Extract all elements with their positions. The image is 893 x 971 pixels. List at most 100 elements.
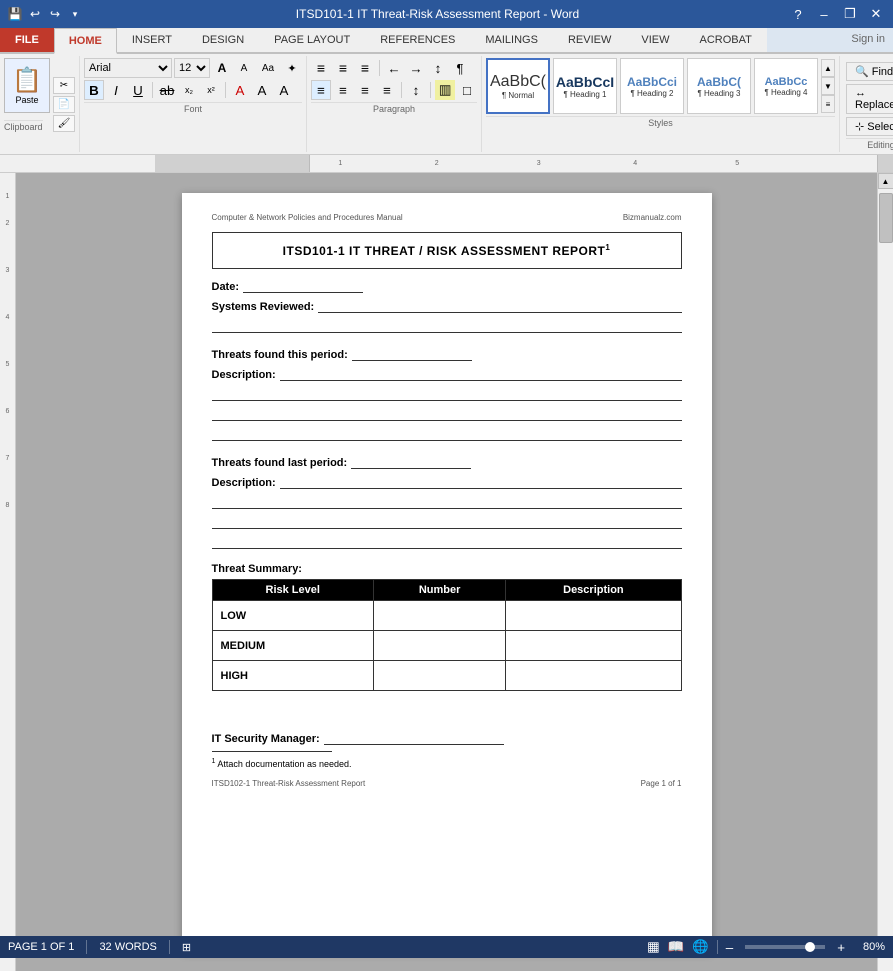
page-layout-tab[interactable]: PAGE LAYOUT: [259, 28, 365, 52]
desc-medium[interactable]: [506, 631, 681, 661]
references-tab[interactable]: REFERENCES: [365, 28, 470, 52]
cut-button[interactable]: ✂: [53, 77, 75, 94]
align-center-button[interactable]: ≡: [333, 80, 353, 100]
styles-more[interactable]: ≡: [821, 95, 835, 113]
design-tab[interactable]: DESIGN: [187, 28, 259, 52]
undo-button[interactable]: ↩: [26, 6, 44, 22]
description-field-2: Description:: [212, 475, 682, 489]
file-tab[interactable]: FILE: [0, 28, 54, 52]
bold-button[interactable]: B: [84, 80, 104, 100]
shading-button[interactable]: ▥: [435, 80, 455, 100]
line-spacing-button[interactable]: ↕: [406, 80, 426, 100]
font-group-label: Font: [84, 102, 302, 114]
shrink-font-button[interactable]: A: [234, 58, 254, 78]
text-effects-button[interactable]: A: [230, 80, 250, 100]
view-web-button[interactable]: 🌐: [692, 939, 709, 955]
date-value[interactable]: [243, 279, 363, 293]
threats-period-value[interactable]: [352, 347, 472, 361]
description-value-2[interactable]: [280, 475, 682, 489]
description-value-1[interactable]: [280, 367, 682, 381]
table-row[interactable]: HIGH: [212, 661, 681, 691]
number-medium[interactable]: [373, 631, 505, 661]
show-hide-button[interactable]: ¶: [450, 58, 470, 78]
grow-font-button[interactable]: A: [212, 58, 232, 78]
risk-medium: MEDIUM: [212, 631, 373, 661]
clipboard-group: 📋 Paste ✂ 📄 🖌 Clipboard: [0, 56, 80, 152]
document-container[interactable]: Computer & Network Policies and Procedur…: [16, 173, 877, 971]
font-family-select[interactable]: Arial: [84, 58, 172, 78]
find-button[interactable]: 🔍 Find ▾: [846, 62, 893, 81]
sign-in-link[interactable]: Sign in: [843, 28, 893, 52]
redo-button[interactable]: ↪: [46, 6, 64, 22]
paste-button[interactable]: 📋 Paste: [4, 58, 50, 113]
desc-high[interactable]: [506, 661, 681, 691]
decrease-indent-button[interactable]: ←: [384, 58, 404, 78]
minimize-button[interactable]: –: [811, 1, 837, 27]
zoom-slider[interactable]: [745, 945, 825, 949]
threats-last-period-value[interactable]: [351, 455, 471, 469]
styles-scroll-up[interactable]: ▲: [821, 59, 835, 77]
systems-reviewed-value[interactable]: [318, 299, 681, 313]
styles-scroll-down[interactable]: ▼: [821, 77, 835, 95]
view-layout-button[interactable]: ▦: [647, 939, 660, 955]
restore-button[interactable]: ❐: [837, 1, 863, 27]
style-heading2[interactable]: AaBbCci ¶ Heading 2: [620, 58, 684, 114]
style-heading3[interactable]: AaBbC( ¶ Heading 3: [687, 58, 751, 114]
numbering-button[interactable]: ≡: [333, 58, 353, 78]
scroll-thumb[interactable]: [879, 193, 893, 243]
justify-button[interactable]: ≡: [377, 80, 397, 100]
editing-group: 🔍 Find ▾ ↔ Replace ⊹ Select ▾ Editing: [840, 56, 893, 152]
replace-button[interactable]: ↔ Replace: [846, 84, 893, 114]
save-button[interactable]: 💾: [6, 6, 24, 22]
qa-dropdown-button[interactable]: ▾: [66, 6, 84, 22]
style-heading1[interactable]: AaBbCcI ¶ Heading 1: [553, 58, 617, 114]
bullets-button[interactable]: ≡: [311, 58, 331, 78]
number-high[interactable]: [373, 661, 505, 691]
zoom-in-button[interactable]: +: [837, 940, 845, 955]
align-right-button[interactable]: ≡: [355, 80, 375, 100]
subscript-button[interactable]: x₂: [179, 80, 199, 100]
format-painter-button[interactable]: 🖌: [53, 115, 75, 132]
document-page[interactable]: Computer & Network Policies and Procedur…: [182, 193, 712, 951]
copy-button[interactable]: 📄: [53, 96, 75, 113]
number-low[interactable]: [373, 601, 505, 631]
acrobat-tab[interactable]: ACROBAT: [684, 28, 766, 52]
increase-indent-button[interactable]: →: [406, 58, 426, 78]
view-tab[interactable]: VIEW: [626, 28, 684, 52]
close-button[interactable]: ✕: [863, 1, 889, 27]
table-row[interactable]: MEDIUM: [212, 631, 681, 661]
sort-button[interactable]: ↕: [428, 58, 448, 78]
superscript-button[interactable]: x²: [201, 80, 221, 100]
align-left-button[interactable]: ≡: [311, 80, 331, 100]
select-button[interactable]: ⊹ Select ▾: [846, 117, 893, 136]
font-size-select[interactable]: 12: [174, 58, 210, 78]
scroll-up-button[interactable]: ▲: [878, 173, 893, 189]
help-button[interactable]: ?: [785, 1, 811, 27]
review-tab[interactable]: REVIEW: [553, 28, 626, 52]
mailings-tab[interactable]: MAILINGS: [470, 28, 553, 52]
style-heading4[interactable]: AaBbCc ¶ Heading 4: [754, 58, 818, 114]
zoom-out-button[interactable]: –: [726, 940, 733, 955]
style-normal[interactable]: AaBbC( ¶ Normal: [486, 58, 550, 114]
vertical-scrollbar[interactable]: ▲: [877, 173, 893, 971]
multilevel-button[interactable]: ≡: [355, 58, 375, 78]
view-icon[interactable]: ⊞: [182, 941, 191, 954]
underline-button[interactable]: U: [128, 80, 148, 100]
borders-button[interactable]: □: [457, 80, 477, 100]
text-highlight-button[interactable]: A: [252, 80, 272, 100]
clear-format-button[interactable]: ✦: [282, 58, 302, 78]
security-manager-value[interactable]: [324, 731, 504, 745]
doc-header-right: Bizmanualz.com: [623, 213, 682, 222]
italic-button[interactable]: I: [106, 80, 126, 100]
font-color-button[interactable]: A: [274, 80, 294, 100]
table-row[interactable]: LOW: [212, 601, 681, 631]
home-tab[interactable]: HOME: [54, 28, 117, 54]
view-read-button[interactable]: 📖: [668, 939, 685, 955]
editing-group-label: Editing: [846, 138, 893, 150]
insert-tab[interactable]: INSERT: [117, 28, 187, 52]
strikethrough-button[interactable]: ab: [157, 80, 177, 100]
vertical-ruler: 1 2 3 4 5 6 7 8: [0, 173, 16, 971]
risk-high: HIGH: [212, 661, 373, 691]
desc-low[interactable]: [506, 601, 681, 631]
change-case-button[interactable]: Aa: [256, 58, 280, 78]
